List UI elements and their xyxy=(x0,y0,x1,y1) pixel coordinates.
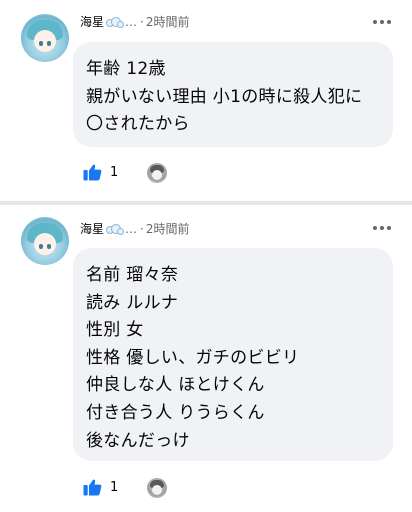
comment-2: 海星 … · 2時間前 名前 瑠々奈 読み ルルナ 性別 女 性格 優しい、ガチ… xyxy=(0,205,412,512)
comment-meta: 海星 … · 2時間前 xyxy=(80,220,189,237)
comment-text-line: 名前 瑠々奈 xyxy=(86,265,179,285)
comment-bubble: 年齢 12歳 親がいない理由 小1の時に殺人犯に 〇されたから xyxy=(73,42,393,147)
more-horizontal-icon[interactable] xyxy=(373,225,391,231)
reactor-avatar[interactable] xyxy=(147,478,167,498)
author-suffix: … xyxy=(125,221,138,236)
avatar[interactable] xyxy=(21,217,69,265)
comment-text-line: 性別 女 xyxy=(86,320,144,341)
author-name[interactable]: 海星 xyxy=(80,13,104,30)
comment-1: 海星 … · 2時間前 年齢 12歳 親がいない理由 小1の時に殺人犯に 〇され… xyxy=(0,0,412,201)
comment-text-line: 年齢 12歳 xyxy=(86,59,166,79)
comment-text-line: 〇されたから xyxy=(86,114,190,135)
author-name[interactable]: 海星 xyxy=(80,220,104,237)
comment-text-line: 性格 優しい、ガチのビビリ xyxy=(86,347,300,368)
like-button[interactable]: 1 xyxy=(83,478,118,496)
comment-text-line: 読み ルルナ xyxy=(86,292,179,313)
thumbs-up-icon xyxy=(83,479,102,496)
timestamp[interactable]: 2時間前 xyxy=(146,220,190,237)
more-horizontal-icon[interactable] xyxy=(373,19,391,25)
comment-text-line: 親がいない理由 小1の時に殺人犯に xyxy=(86,86,363,107)
like-count: 1 xyxy=(110,479,119,495)
comment-text-line: 付き合う人 りうらくん xyxy=(86,402,265,423)
thumbs-up-icon xyxy=(83,164,102,181)
comment-bubble: 名前 瑠々奈 読み ルルナ 性別 女 性格 優しい、ガチのビビリ 仲良しな人 ほ… xyxy=(73,248,393,461)
comment-text-line: 後なんだっけ xyxy=(86,430,190,451)
bubbles-icon xyxy=(105,16,125,28)
author-suffix: … xyxy=(125,14,138,29)
comment-text-line: 仲良しな人 ほとけくん xyxy=(86,375,265,396)
separator: · xyxy=(140,221,144,236)
separator: · xyxy=(140,14,144,29)
like-count: 1 xyxy=(110,164,119,180)
timestamp[interactable]: 2時間前 xyxy=(146,13,190,30)
comment-meta: 海星 … · 2時間前 xyxy=(80,13,189,30)
like-button[interactable]: 1 xyxy=(83,163,118,181)
reactor-avatar[interactable] xyxy=(147,163,167,183)
bubbles-icon xyxy=(105,223,125,235)
avatar[interactable] xyxy=(21,14,69,62)
